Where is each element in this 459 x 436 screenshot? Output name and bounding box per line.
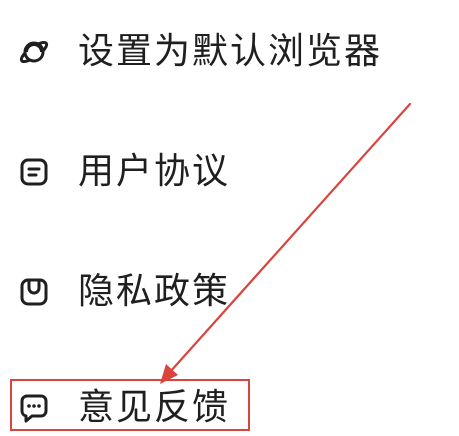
menu-item-label: 设置为默认浏览器 xyxy=(78,31,383,72)
menu-item-set-default-browser[interactable]: 设置为默认浏览器 xyxy=(18,22,382,82)
planet-icon xyxy=(18,36,50,68)
privacy-icon xyxy=(18,276,50,308)
menu-item-label: 隐私政策 xyxy=(78,271,231,312)
menu-item-user-agreement[interactable]: 用户协议 xyxy=(18,142,230,202)
menu-item-label: 用户协议 xyxy=(78,151,231,192)
menu-item-privacy-policy[interactable]: 隐私政策 xyxy=(18,262,230,322)
menu-item-feedback[interactable]: 意见反馈 xyxy=(18,378,230,436)
feedback-chat-icon xyxy=(18,392,50,424)
menu-item-label: 意见反馈 xyxy=(78,387,231,428)
document-icon xyxy=(18,156,50,188)
